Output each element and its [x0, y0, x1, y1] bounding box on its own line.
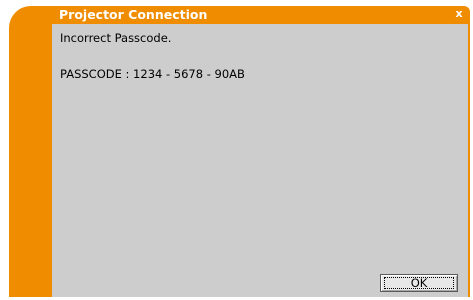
ok-button-label: OK	[384, 276, 454, 290]
close-button[interactable]: x	[453, 7, 465, 21]
error-message: Incorrect Passcode.	[60, 31, 172, 45]
ok-button[interactable]: OK	[380, 274, 458, 292]
dialog-window: Projector Connection x Incorrect Passcod…	[9, 6, 470, 297]
dialog-content: Incorrect Passcode. PASSCODE : 1234 - 56…	[52, 24, 468, 297]
window-title: Projector Connection	[59, 7, 208, 22]
passcode-text: PASSCODE : 1234 - 5678 - 90AB	[60, 67, 245, 81]
